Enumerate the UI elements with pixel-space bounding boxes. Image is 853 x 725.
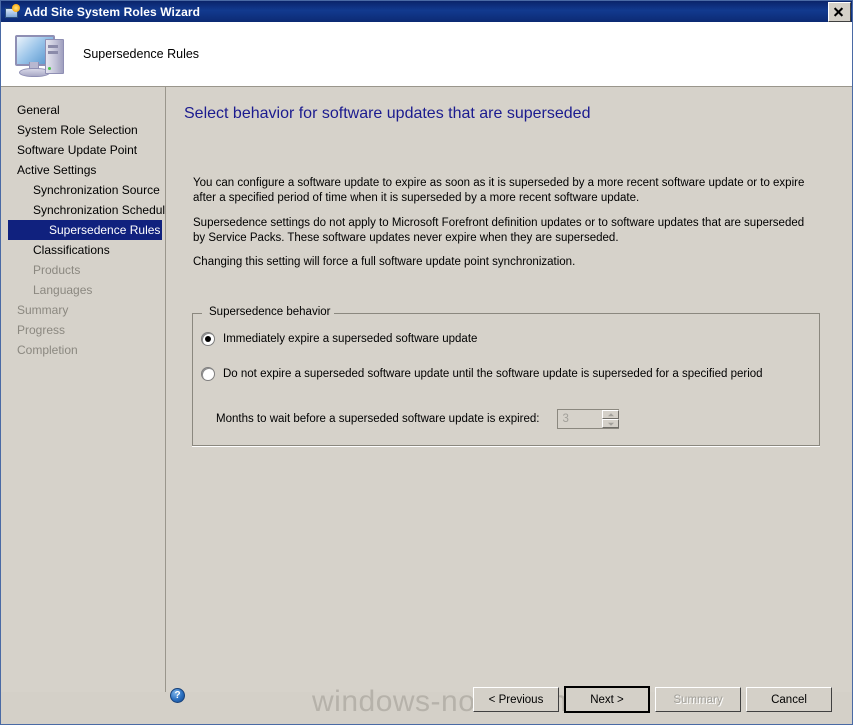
close-icon[interactable]: [828, 1, 851, 22]
months-to-wait-label: Months to wait before a superseded softw…: [216, 413, 540, 425]
sidebar-item-supersedence-rules[interactable]: Supersedence Rules: [8, 220, 162, 240]
cancel-button[interactable]: Cancel: [746, 687, 832, 712]
sidebar-item-progress: Progress: [17, 323, 66, 337]
description-paragraph-3: Changing this setting will force a full …: [193, 256, 576, 268]
months-to-wait-input[interactable]: 3: [558, 410, 602, 428]
months-to-wait-row: Months to wait before a superseded softw…: [216, 409, 620, 429]
sidebar-item-products: Products: [33, 263, 81, 277]
months-to-wait-stepper[interactable]: 3: [557, 409, 620, 429]
previous-button[interactable]: < Previous: [473, 687, 559, 712]
title-bar: Add Site System Roles Wizard: [1, 1, 852, 22]
footer-bar: ? < Previous Next > Summary Cancel: [166, 679, 852, 724]
radio-immediately-expire-label[interactable]: Immediately expire a superseded software…: [223, 333, 477, 345]
sidebar-item-active-settings[interactable]: Active Settings: [1, 160, 165, 180]
wizard-step-sidebar: General System Role Selection Software Upd…: [1, 87, 166, 692]
radio-delay-expire[interactable]: Do not expire a superseded software upda…: [201, 367, 763, 381]
header-banner: Supersedence Rules: [1, 22, 852, 87]
next-button[interactable]: Next >: [564, 686, 650, 713]
stepper-up-icon[interactable]: [602, 410, 620, 419]
page-title: Select behavior for software updates tha…: [184, 105, 591, 122]
groupbox-border-right: [318, 313, 820, 314]
groupbox-label: Supersedence behavior: [205, 306, 335, 318]
header-title: Supersedence Rules: [83, 47, 200, 61]
wizard-icon: [4, 3, 20, 20]
supersedence-behavior-groupbox: Supersedence behavior Immediately expire…: [192, 306, 820, 447]
sidebar-item-summary: Summary: [17, 303, 69, 317]
sidebar-item-synchronization-source[interactable]: Synchronization Source: [1, 180, 165, 200]
sidebar-item-synchronization-schedule[interactable]: Synchronization Schedule: [1, 200, 165, 220]
sidebar-item-completion: Completion: [17, 343, 78, 357]
sidebar-item-system-role-selection[interactable]: System Role Selection: [1, 120, 165, 140]
content-pane: Select behavior for software updates tha…: [166, 87, 852, 692]
description-paragraph-2: Supersedence settings do not apply to Mi…: [193, 217, 805, 244]
wizard-window: Add Site System Roles Wizard Supersedenc…: [0, 0, 853, 725]
stepper-down-icon[interactable]: [602, 419, 620, 428]
radio-delay-expire-label[interactable]: Do not expire a superseded software upda…: [223, 368, 763, 380]
radio-button-icon-unselected[interactable]: [201, 367, 215, 381]
radio-immediately-expire[interactable]: Immediately expire a superseded software…: [201, 332, 477, 346]
summary-button: Summary: [655, 687, 741, 712]
sidebar-item-general[interactable]: General: [1, 100, 165, 120]
groupbox-border-left: [192, 313, 202, 314]
description-paragraph-1: You can configure a software update to e…: [193, 177, 805, 204]
sidebar-item-software-update-point[interactable]: Software Update Point: [1, 140, 165, 160]
radio-button-icon-selected[interactable]: [201, 332, 215, 346]
sidebar-item-classifications[interactable]: Classifications: [1, 240, 165, 260]
stepper-buttons[interactable]: [602, 410, 620, 428]
window-title: Add Site System Roles Wizard: [24, 4, 201, 19]
sidebar-item-languages: Languages: [33, 283, 93, 297]
help-icon[interactable]: ?: [170, 688, 185, 703]
help-glyph: ?: [174, 690, 181, 701]
computer-icon: [11, 29, 69, 79]
